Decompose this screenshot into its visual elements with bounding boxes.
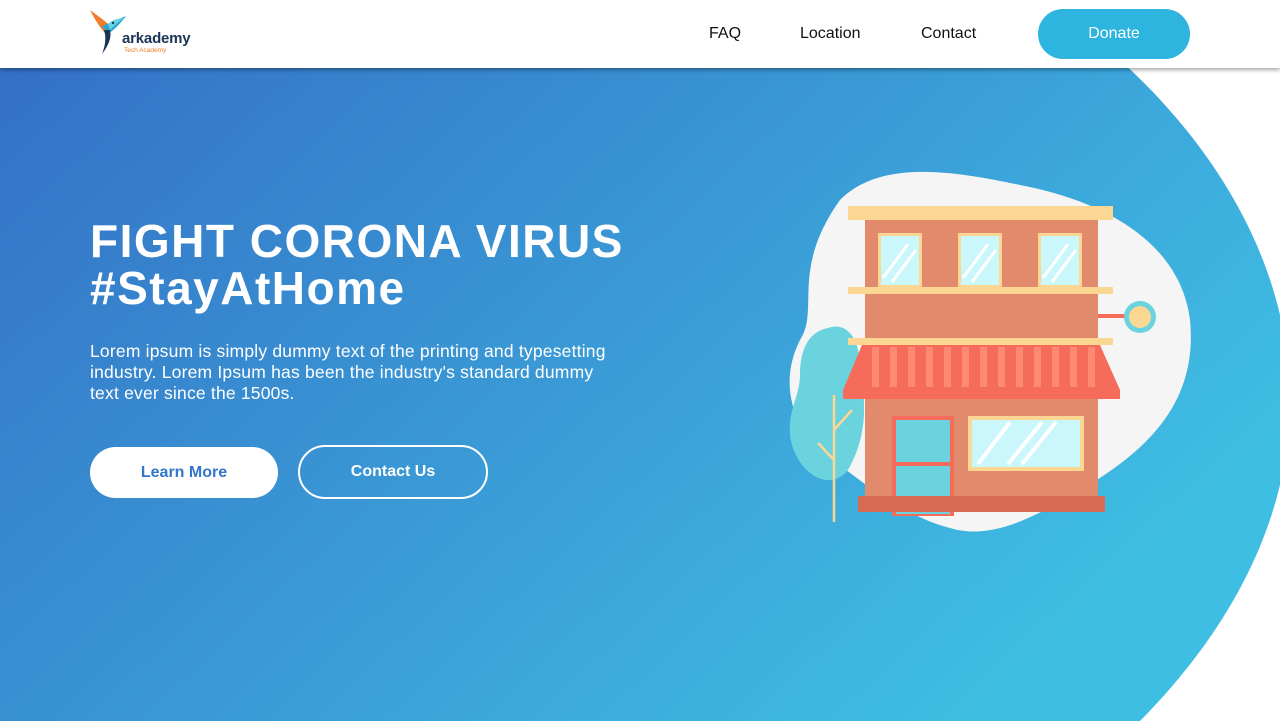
hero-description: Lorem ipsum is simply dummy text of the … [90, 341, 606, 403]
logo-subtitle: Tech Academy [124, 47, 167, 54]
top-navigation-bar: arkademy Tech Academy FAQ Location Conta… [0, 0, 1280, 68]
logo-wordmark: arkademy [122, 30, 191, 47]
brand-logo[interactable]: arkademy Tech Academy [88, 8, 198, 56]
hero-title-line-2: #StayAtHome [90, 262, 406, 314]
upper-windows [878, 233, 1082, 288]
nav-link-contact[interactable]: Contact [921, 25, 976, 43]
nav-link-faq[interactable]: FAQ [709, 25, 741, 43]
landing-page: arkademy Tech Academy FAQ Location Conta… [0, 0, 1280, 721]
storefront-building-illustration [789, 171, 1191, 532]
nav-link-location[interactable]: Location [800, 25, 861, 43]
contact-us-button[interactable]: Contact Us [298, 445, 488, 499]
hero-title: FIGHT CORONA VIRUS #StayAtHome [90, 218, 624, 312]
hero-title-line-1: FIGHT CORONA VIRUS [90, 215, 624, 267]
donate-button[interactable]: Donate [1038, 9, 1190, 59]
learn-more-button[interactable]: Learn More [90, 447, 278, 498]
